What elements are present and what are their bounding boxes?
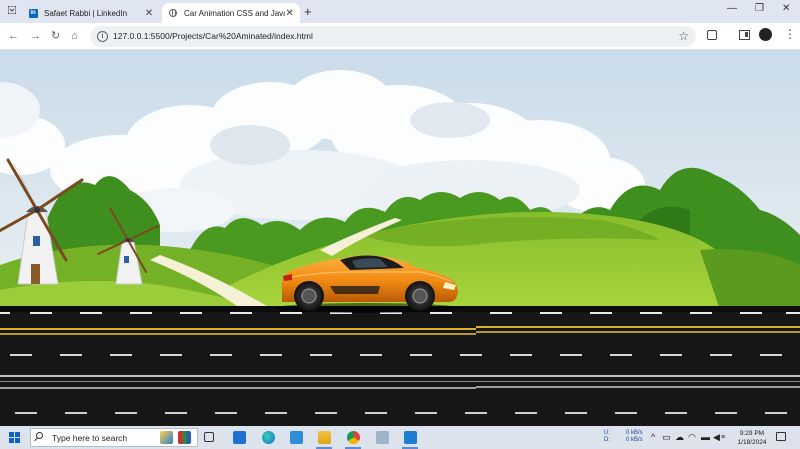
person-icon[interactable] — [160, 431, 173, 444]
language-icon[interactable]: ≡ — [721, 434, 725, 441]
net-down-rate: 0 kB/s — [626, 437, 643, 443]
windows-start-icon[interactable] — [9, 432, 20, 443]
tab-close-icon[interactable]: ✕ — [144, 8, 154, 19]
edge-icon[interactable] — [262, 431, 275, 444]
tab-title: Car Animation CSS and JavaSc — [184, 8, 285, 18]
address-bar[interactable]: i 127.0.0.1:5500/Projects/Car%20Aminated… — [90, 26, 696, 47]
mail-icon[interactable] — [233, 431, 246, 444]
books-icon[interactable] — [178, 431, 191, 444]
tab-title: Safaet Rabbi | LinkedIn — [44, 8, 128, 18]
meet-now-icon[interactable]: ▭ — [662, 432, 671, 443]
star-icon[interactable]: ☆ — [678, 29, 689, 43]
chrome-icon[interactable] — [347, 431, 360, 444]
search-icon — [36, 432, 43, 439]
close-window-button[interactable]: ✕ — [782, 3, 790, 14]
battery-icon[interactable]: ▬ — [701, 432, 710, 442]
new-tab-button[interactable]: + — [304, 4, 312, 19]
back-button[interactable]: ← — [8, 29, 19, 43]
clock-date: 1/18/2024 — [737, 439, 767, 446]
taskbar-clock[interactable]: 9:29 PM 1/18/2024 — [730, 429, 774, 447]
browser-toolbar: ← → ↻ ⌂ i 127.0.0.1:5500/Projects/Car%20… — [0, 23, 800, 50]
photos-icon[interactable] — [290, 431, 303, 444]
browser-tab-strip: in Safaet Rabbi | LinkedIn ✕ Car Animati… — [0, 0, 800, 23]
site-info-icon[interactable]: i — [97, 31, 108, 42]
file-explorer-icon[interactable] — [318, 431, 331, 444]
chevron-up-icon[interactable]: ^ — [651, 432, 655, 442]
net-up-label: U: — [604, 430, 610, 436]
volume-icon[interactable]: ◀ — [713, 432, 720, 443]
onedrive-icon[interactable]: ☁ — [675, 432, 684, 443]
net-down-label: D: — [604, 437, 610, 443]
net-up-rate: 0 kB/s — [626, 430, 643, 436]
picture-icon[interactable] — [376, 431, 389, 444]
globe-icon — [168, 8, 178, 18]
notification-icon[interactable] — [776, 432, 786, 441]
windows-taskbar: Type here to search U: D: 0 kB/s 0 kB/s … — [0, 426, 800, 449]
taskbar-search-placeholder: Type here to search — [52, 433, 128, 443]
car-animation-scene — [0, 50, 800, 426]
page-viewport — [0, 50, 800, 426]
linkedin-icon: in — [28, 8, 38, 18]
tab-close-icon[interactable]: ✕ — [285, 8, 294, 19]
side-panel-icon[interactable] — [739, 30, 750, 40]
task-view-icon[interactable] — [204, 432, 214, 442]
tab-linkedin[interactable]: in Safaet Rabbi | LinkedIn ✕ — [22, 3, 160, 23]
wifi-icon[interactable]: ◠ — [688, 432, 696, 443]
extensions-icon[interactable] — [707, 30, 717, 40]
minimize-button[interactable]: — — [727, 3, 737, 14]
address-bar-url[interactable]: 127.0.0.1:5500/Projects/Car%20Aminated/i… — [113, 31, 313, 41]
reload-button[interactable]: ↻ — [51, 29, 60, 43]
profile-avatar[interactable] — [759, 28, 772, 41]
road — [0, 306, 800, 426]
forward-button[interactable]: → — [30, 29, 41, 43]
tab-car-animation[interactable]: Car Animation CSS and JavaSc ✕ — [162, 3, 300, 23]
tab-search-icon[interactable] — [8, 6, 16, 14]
home-button[interactable]: ⌂ — [71, 29, 78, 43]
clock-time: 9:29 PM — [739, 430, 765, 437]
restore-button[interactable]: ❐ — [755, 3, 764, 14]
vscode-icon[interactable] — [404, 431, 417, 444]
menu-icon[interactable]: ⋮ — [784, 27, 796, 41]
